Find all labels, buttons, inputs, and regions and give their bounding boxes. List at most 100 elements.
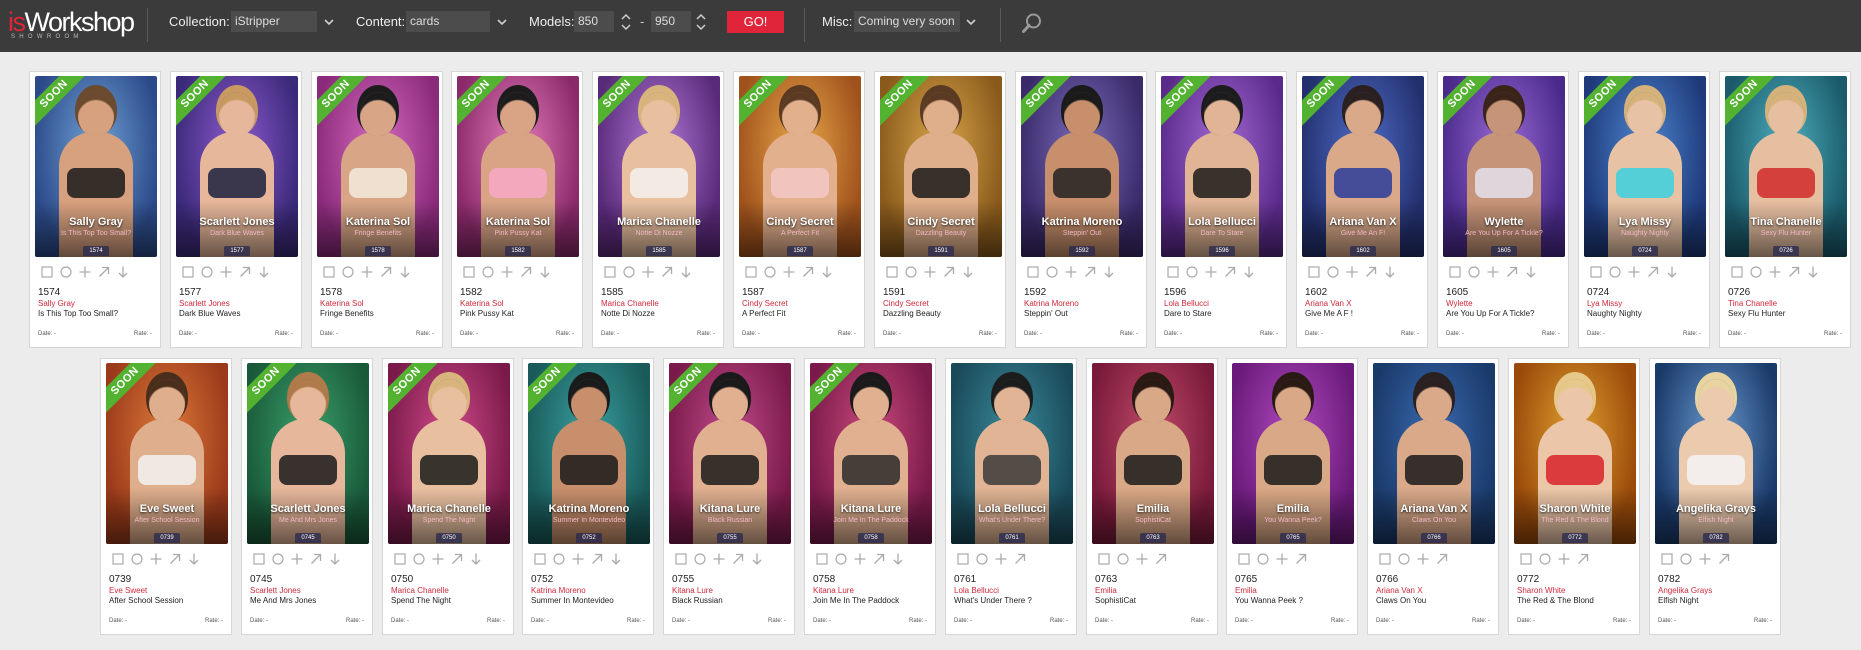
card-rate[interactable]: Rate: - [768, 618, 786, 624]
card-artist-link[interactable]: Kitana Lure [672, 586, 713, 595]
card-thumbnail[interactable]: Kitana Lure Black Russian 0755 SOON [669, 363, 791, 544]
arrow-up-right-icon[interactable] [1223, 265, 1237, 279]
card[interactable]: Sharon White The Red & The Blond 0772 0772 S… [1508, 358, 1640, 635]
card[interactable]: Wylette Are You Up For A Tickle? 1605 SOON 1… [1437, 71, 1569, 348]
card-rate[interactable]: Rate: - [1191, 618, 1209, 624]
chevron-down-icon[interactable] [321, 12, 337, 32]
square-icon[interactable] [674, 552, 688, 566]
card-artist-link[interactable]: Lya Missy [1587, 299, 1622, 308]
square-icon[interactable] [1519, 552, 1533, 566]
card-thumbnail[interactable]: Lola Bellucci Dare To Stare 1596 SOON [1161, 76, 1283, 257]
card-rate[interactable]: Rate: - [979, 331, 997, 337]
card-thumbnail[interactable]: Emilia SophistiCat 0763 [1092, 363, 1214, 544]
circle-icon[interactable] [1185, 265, 1199, 279]
card-rate[interactable]: Rate: - [1260, 331, 1278, 337]
arrow-down-icon[interactable] [469, 552, 483, 566]
arrow-up-right-icon[interactable] [942, 265, 956, 279]
arrow-up-right-icon[interactable] [97, 265, 111, 279]
card-thumbnail[interactable]: Ariana Van X Claws On You 0766 [1373, 363, 1495, 544]
card-thumbnail[interactable]: Cindy Secret A Perfect Fit 1587 SOON [739, 76, 861, 257]
card-artist-link[interactable]: Katerina Sol [320, 299, 364, 308]
card-thumbnail[interactable]: Katrina Moreno Steppin' Out 1592 SOON [1021, 76, 1143, 257]
card-artist-link[interactable]: Lola Bellucci [1164, 299, 1209, 308]
circle-icon[interactable] [693, 552, 707, 566]
arrow-up-right-icon[interactable] [1294, 552, 1308, 566]
card[interactable]: Lola Bellucci Dare To Stare 1596 SOON 1596 Lo… [1155, 71, 1287, 348]
card[interactable]: Ariana Van X Claws On You 0766 0766 Ariana V… [1367, 358, 1499, 635]
card-artist-link[interactable]: Emilia [1095, 586, 1117, 595]
square-icon[interactable] [322, 265, 336, 279]
collection-select[interactable]: iStripper [231, 11, 317, 32]
card-rate[interactable]: Rate: - [909, 618, 927, 624]
card-rate[interactable]: Rate: - [416, 331, 434, 337]
arrow-up-right-icon[interactable] [519, 265, 533, 279]
card[interactable]: Eve Sweet After School Session 0739 SOON 073… [100, 358, 232, 635]
card[interactable]: Lya Missy Naughty Nighty 0724 SOON 0724 Lya M… [1578, 71, 1710, 348]
card[interactable]: Scarlett Jones Me And Mrs Jones 0745 SOON 07… [241, 358, 373, 635]
plus-icon[interactable] [1064, 265, 1078, 279]
plus-icon[interactable] [853, 552, 867, 566]
arrow-down-icon[interactable] [1665, 265, 1679, 279]
card-rate[interactable]: Rate: - [838, 331, 856, 337]
square-icon[interactable] [1660, 552, 1674, 566]
card[interactable]: Ariana Van X Give Me An F! 1602 SOON 1602 Ari… [1296, 71, 1428, 348]
card-thumbnail[interactable]: Marica Chanelle Notte Di Nozze 1585 SOON [598, 76, 720, 257]
plus-icon[interactable] [994, 552, 1008, 566]
square-icon[interactable] [1589, 265, 1603, 279]
chevron-down-icon[interactable] [963, 12, 979, 32]
arrow-up-right-icon[interactable] [379, 265, 393, 279]
card-rate[interactable]: Rate: - [556, 331, 574, 337]
circle-icon[interactable] [1679, 552, 1693, 566]
arrow-up-right-icon[interactable] [309, 552, 323, 566]
plus-icon[interactable] [782, 265, 796, 279]
square-icon[interactable] [885, 265, 899, 279]
card-artist-link[interactable]: Scarlett Jones [250, 586, 301, 595]
circle-icon[interactable] [341, 265, 355, 279]
square-icon[interactable] [603, 265, 617, 279]
circle-icon[interactable] [130, 552, 144, 566]
card-artist-link[interactable]: Katerina Sol [460, 299, 504, 308]
arrow-down-icon[interactable] [1524, 265, 1538, 279]
square-icon[interactable] [1307, 265, 1321, 279]
card[interactable]: Marica Chanelle Notte Di Nozze 1585 SOON 158… [592, 71, 724, 348]
plus-icon[interactable] [1275, 552, 1289, 566]
models-to-stepper[interactable] [694, 11, 708, 33]
square-icon[interactable] [111, 552, 125, 566]
square-icon[interactable] [1730, 265, 1744, 279]
card-thumbnail[interactable]: Scarlett Jones Dark Blue Waves 1577 SOON [176, 76, 298, 257]
plus-icon[interactable] [1345, 265, 1359, 279]
card-rate[interactable]: Rate: - [1542, 331, 1560, 337]
arrow-down-icon[interactable] [961, 265, 975, 279]
card[interactable]: Kitana Lure Black Russian 0755 SOON 0755 Kita… [663, 358, 795, 635]
card[interactable]: Katerina Sol Fringe Benefits 1578 SOON 1578 K… [311, 71, 443, 348]
card[interactable]: Marica Chanelle Spend The Night 0750 SOON 07… [382, 358, 514, 635]
square-icon[interactable] [393, 552, 407, 566]
square-icon[interactable] [815, 552, 829, 566]
card-artist-link[interactable]: Katrina Moreno [531, 586, 586, 595]
arrow-up-right-icon[interactable] [1787, 265, 1801, 279]
misc-select[interactable]: Coming very soon [854, 11, 960, 32]
plus-icon[interactable] [500, 265, 514, 279]
plus-icon[interactable] [1698, 552, 1712, 566]
card-thumbnail[interactable]: Lola Bellucci What's Under There? 0761 [951, 363, 1073, 544]
logo[interactable]: isWorkshop SHOWROOM [8, 8, 135, 40]
arrow-up-right-icon[interactable] [731, 552, 745, 566]
arrow-down-icon[interactable] [1242, 265, 1256, 279]
plus-icon[interactable] [1486, 265, 1500, 279]
plus-icon[interactable] [290, 552, 304, 566]
plus-icon[interactable] [1204, 265, 1218, 279]
square-icon[interactable] [533, 552, 547, 566]
circle-icon[interactable] [59, 265, 73, 279]
square-icon[interactable] [462, 265, 476, 279]
plus-icon[interactable] [1135, 552, 1149, 566]
card-artist-link[interactable]: Katrina Moreno [1024, 299, 1079, 308]
card-thumbnail[interactable]: Lya Missy Naughty Nighty 0724 SOON [1584, 76, 1706, 257]
circle-icon[interactable] [271, 552, 285, 566]
circle-icon[interactable] [552, 552, 566, 566]
circle-icon[interactable] [1749, 265, 1763, 279]
circle-icon[interactable] [1397, 552, 1411, 566]
plus-icon[interactable] [431, 552, 445, 566]
card-thumbnail[interactable]: Sally Gray Is This Top Too Small? 1574 SOON [35, 76, 157, 257]
arrow-down-icon[interactable] [679, 265, 693, 279]
card[interactable]: Katrina Moreno Steppin' Out 1592 SOON 1592 Ka… [1015, 71, 1147, 348]
